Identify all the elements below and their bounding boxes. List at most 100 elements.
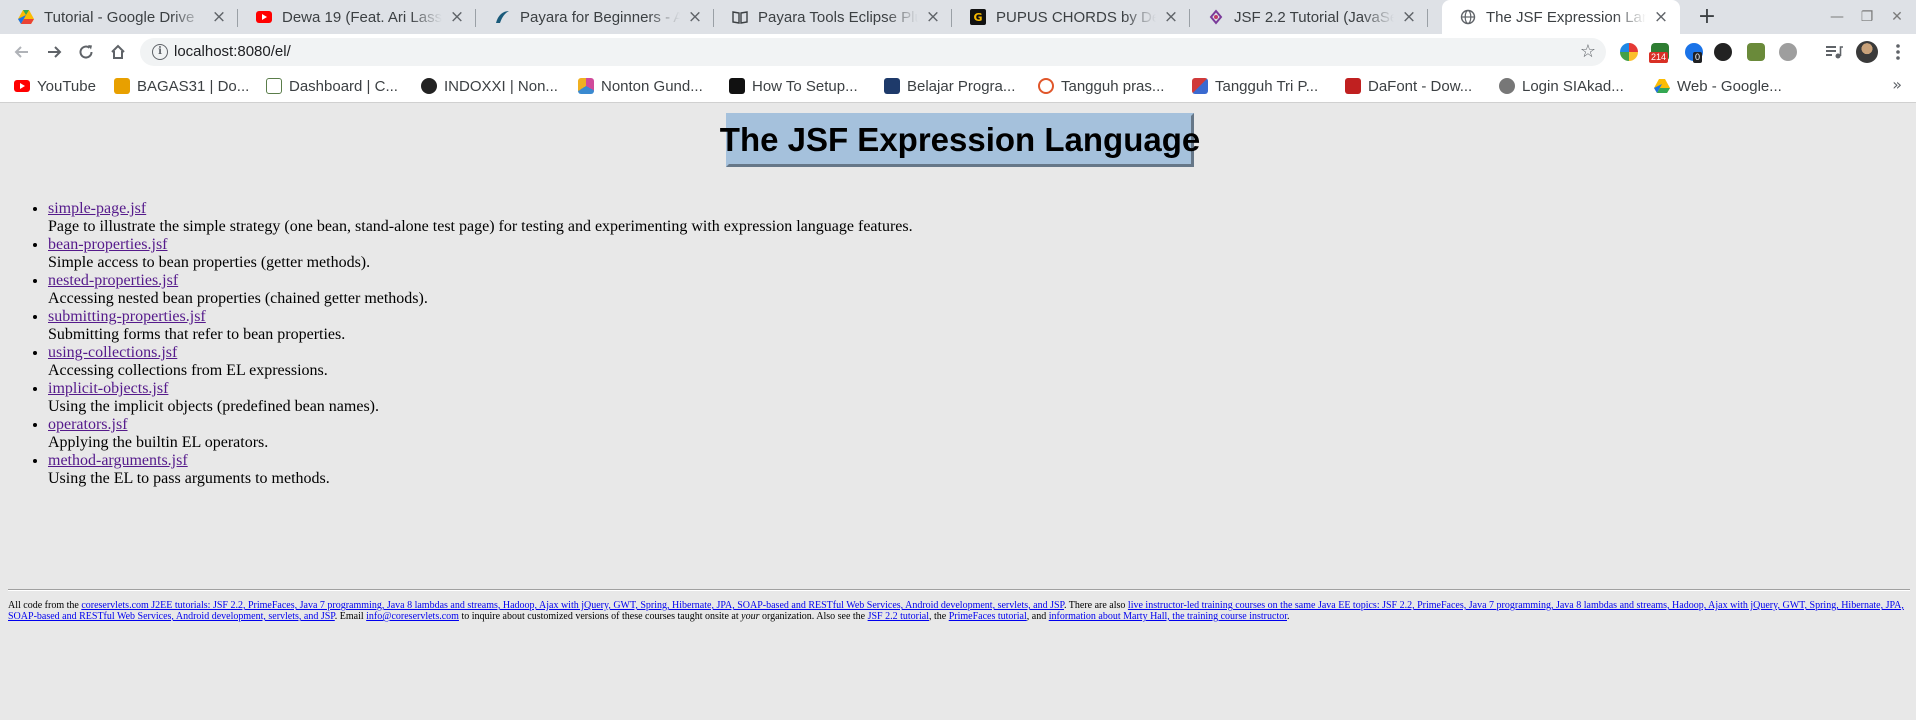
bookmark-youtube[interactable]: YouTube — [14, 76, 96, 96]
bookmark-dashboard[interactable]: Dashboard | C... — [266, 76, 398, 96]
color-wheel-extension-icon[interactable] — [1620, 43, 1638, 61]
globe-icon — [1460, 9, 1476, 25]
reload-icon — [79, 45, 93, 59]
google-drive-icon — [1654, 78, 1670, 94]
bookmark-label: INDOXXI | Non... — [444, 77, 558, 95]
example-description: Accessing nested bean properties (chaine… — [48, 290, 428, 307]
example-description: Submitting forms that refer to bean prop… — [48, 326, 346, 343]
window-close-icon[interactable]: ✕ — [1886, 6, 1908, 28]
reload-button[interactable] — [72, 38, 100, 66]
bookmark-label: Web - Google... — [1677, 77, 1782, 95]
tab-pupus-chords[interactable]: G PUPUS CHORDS by Dewa × — [952, 0, 1190, 34]
chords-icon: G — [970, 9, 986, 25]
home-button[interactable] — [104, 38, 132, 66]
footer-link-instructor-info[interactable]: information about Marty Hall, the traini… — [1049, 611, 1287, 622]
example-link[interactable]: operators.jsf — [48, 416, 128, 433]
menu-button[interactable] — [1884, 38, 1912, 66]
bookmark-label: Nonton Gund... — [601, 77, 703, 95]
back-button[interactable] — [8, 38, 36, 66]
star-icon[interactable]: ☆ — [1580, 41, 1596, 62]
dafont-icon — [1345, 78, 1361, 94]
footer-link-jsf-tutorial[interactable]: JSF 2.2 tutorial — [868, 611, 929, 622]
bookmark-label: Dashboard | C... — [289, 77, 398, 95]
media-control-button[interactable] — [1820, 38, 1848, 66]
example-link[interactable]: submitting-properties.jsf — [48, 308, 206, 325]
bookmark-tangguh-pras[interactable]: Tangguh pras... — [1038, 76, 1164, 96]
bookmark-login-siakad[interactable]: Login SIAkad... — [1499, 76, 1624, 96]
example-list: simple-page.jsfPage to illustrate the si… — [48, 200, 913, 488]
close-icon[interactable]: × — [210, 8, 228, 26]
tab-title: PUPUS CHORDS by Dewa — [996, 8, 1156, 26]
example-link[interactable]: method-arguments.jsf — [48, 452, 188, 469]
list-item: method-arguments.jsfUsing the EL to pass… — [48, 452, 913, 488]
youtube-icon — [14, 78, 30, 94]
maximize-icon[interactable]: ❐ — [1856, 6, 1878, 28]
tab-strip: Tutorial - Google Drive × Dewa 19 (Feat.… — [0, 0, 1916, 34]
example-link[interactable]: implicit-objects.jsf — [48, 380, 168, 397]
tab-jsf-expression-language[interactable]: The JSF Expression Langu × — [1442, 0, 1680, 34]
tab-title: Payara Tools Eclipse Plugi — [758, 8, 918, 26]
example-description: Accessing collections from EL expression… — [48, 362, 328, 379]
tab-google-drive[interactable]: Tutorial - Google Drive × — [0, 0, 238, 34]
bookmark-dafont[interactable]: DaFont - Dow... — [1345, 76, 1472, 96]
example-link[interactable]: simple-page.jsf — [48, 200, 146, 217]
bagas31-icon — [114, 78, 130, 94]
close-icon[interactable]: × — [1162, 8, 1180, 26]
bookmark-label: Belajar Progra... — [907, 77, 1016, 95]
tab-title: JSF 2.2 Tutorial (JavaServ — [1234, 8, 1394, 26]
address-bar[interactable]: i localhost:8080/el/ ☆ — [140, 38, 1606, 66]
example-link[interactable]: using-collections.jsf — [48, 344, 177, 361]
page-content: The JSF Expression Language simple-page.… — [0, 104, 1916, 720]
android-extension-icon[interactable]: 214 — [1649, 43, 1669, 63]
tangguh-icon — [1038, 78, 1054, 94]
bookmark-label: Login SIAkad... — [1522, 77, 1624, 95]
tab-jsf-tutorial[interactable]: JSF 2.2 Tutorial (JavaServ × — [1190, 0, 1428, 34]
example-link[interactable]: bean-properties.jsf — [48, 236, 168, 253]
footer-text: . There are also — [1063, 600, 1128, 611]
bookmark-bagas31[interactable]: BAGAS31 | Do... — [114, 76, 249, 96]
profile-avatar[interactable] — [1856, 41, 1878, 63]
footer-text-emphasis: your — [741, 611, 760, 622]
home-icon — [111, 44, 125, 59]
list-item: bean-properties.jsfSimple access to bean… — [48, 236, 913, 272]
close-icon[interactable]: × — [1400, 8, 1418, 26]
gnome-extension-icon[interactable] — [1714, 43, 1732, 61]
ghost-extension-icon[interactable]: 0 — [1685, 43, 1703, 63]
footer-link-tutorials[interactable]: coreservlets.com J2EE tutorials: JSF 2.2… — [81, 600, 1064, 611]
tab-title: Payara for Beginners - Ad — [520, 8, 680, 26]
close-icon[interactable]: × — [686, 8, 704, 26]
tab-title: Dewa 19 (Feat. Ari Lasso) — [282, 8, 442, 26]
url-text: localhost:8080/el/ — [174, 43, 291, 60]
howto-icon — [729, 78, 745, 94]
bookmark-label: How To Setup... — [752, 77, 858, 95]
tab-youtube-dewa[interactable]: Dewa 19 (Feat. Ari Lasso) × — [238, 0, 476, 34]
footer-link-primefaces-tutorial[interactable]: PrimeFaces tutorial — [949, 611, 1027, 622]
bookmark-how-to-setup[interactable]: How To Setup... — [729, 76, 858, 96]
new-tab-button[interactable]: + — [1693, 4, 1721, 30]
footer-link-email[interactable]: info@coreservlets.com — [366, 611, 459, 622]
minimize-icon[interactable]: — — [1826, 6, 1848, 28]
forward-button[interactable] — [40, 38, 68, 66]
bookmark-label: Tangguh Tri P... — [1215, 77, 1319, 95]
close-icon[interactable]: × — [924, 8, 942, 26]
bookmark-nonton-gundam[interactable]: Nonton Gund... — [578, 76, 703, 96]
close-icon[interactable]: × — [1652, 8, 1670, 26]
chevron-double-right-icon[interactable]: » — [1892, 75, 1902, 94]
arrow-right-icon — [48, 46, 62, 58]
footer-text: , the — [929, 611, 949, 622]
browser-toolbar: i localhost:8080/el/ ☆ 214 0 — [0, 34, 1916, 70]
circle-extension-icon[interactable] — [1779, 43, 1797, 61]
bookmark-indoxxi[interactable]: INDOXXI | Non... — [421, 76, 558, 96]
bookmark-belajar-program[interactable]: Belajar Progra... — [884, 76, 1015, 96]
coreservlets-icon — [1208, 9, 1224, 25]
bookmark-tangguh-tri[interactable]: Tangguh Tri P... — [1192, 76, 1318, 96]
tab-payara-tools[interactable]: Payara Tools Eclipse Plugi × — [714, 0, 952, 34]
payara-icon — [494, 9, 510, 25]
shield-extension-icon[interactable] — [1747, 43, 1765, 61]
kebab-menu-icon — [1896, 44, 1900, 60]
info-icon[interactable]: i — [152, 44, 168, 60]
example-link[interactable]: nested-properties.jsf — [48, 272, 178, 289]
bookmark-web-google[interactable]: Web - Google... — [1654, 76, 1782, 96]
tab-payara-beginners[interactable]: Payara for Beginners - Ad × — [476, 0, 714, 34]
close-icon[interactable]: × — [448, 8, 466, 26]
